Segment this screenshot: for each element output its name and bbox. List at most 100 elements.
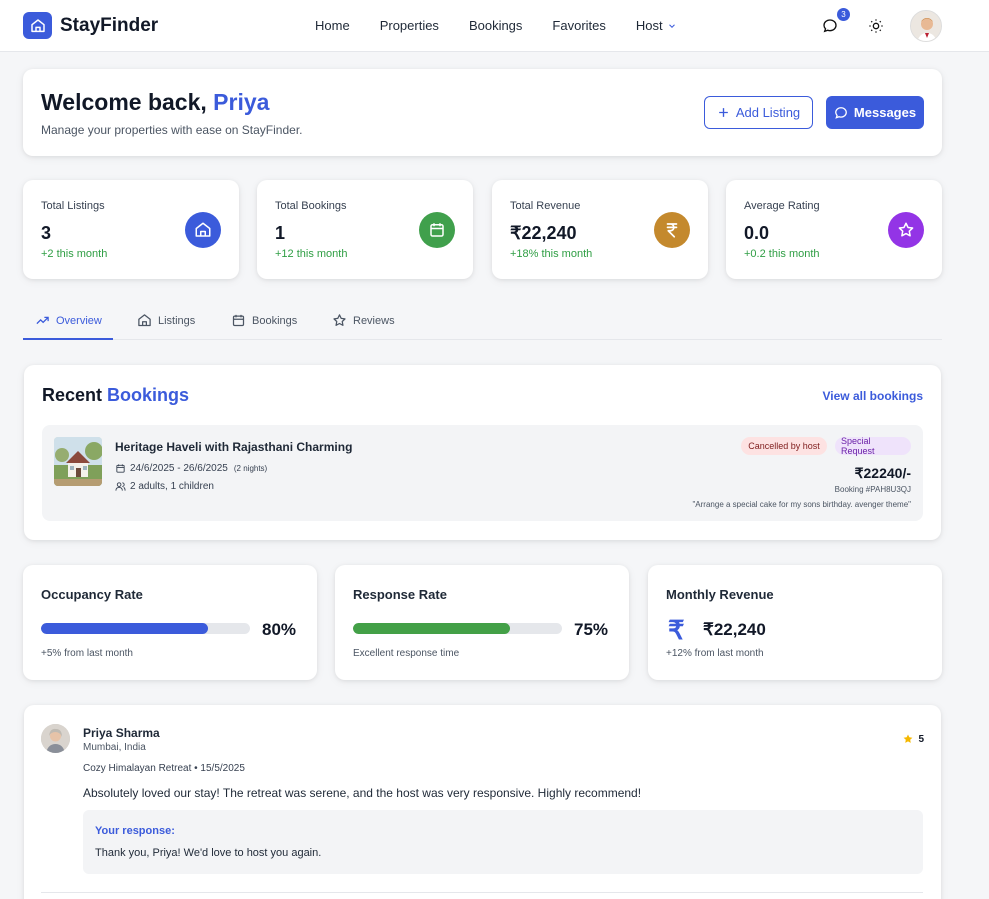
nav-properties[interactable]: Properties xyxy=(380,18,439,33)
rupee-icon xyxy=(654,212,690,248)
progress-fill xyxy=(353,623,510,634)
monthly-revenue-card: Monthly Revenue ₹ ₹22,240 +12% from last… xyxy=(648,565,942,680)
home-icon xyxy=(185,212,221,248)
tab-listings[interactable]: Listings xyxy=(137,313,195,328)
welcome-heading: Welcome back, Priya xyxy=(41,89,269,116)
stat-change: +0.2 this month xyxy=(744,248,820,260)
messages-button[interactable]: 3 xyxy=(818,8,850,38)
nav-actions: 3 xyxy=(818,8,942,42)
chevron-down-icon xyxy=(668,23,675,28)
occupancy-progress-bar xyxy=(41,623,250,634)
stat-label: Average Rating xyxy=(744,200,820,212)
brand[interactable]: StayFinder xyxy=(23,12,158,39)
review-property: Cozy Himalayan Retreat • 15/5/2025 xyxy=(83,763,245,774)
stat-card-listings: Total Listings 3 +2 this month xyxy=(23,180,239,279)
monthly-revenue-value: ₹22,240 xyxy=(703,620,766,639)
metric-title: Response Rate xyxy=(353,587,447,602)
nav-host-label: Host xyxy=(635,18,663,33)
review-card: Priya Sharma Mumbai, India 5 Cozy Himala… xyxy=(24,705,941,899)
calendar-icon xyxy=(419,212,455,248)
rating-value: 5 xyxy=(918,733,924,745)
trending-up-icon xyxy=(36,316,49,325)
welcome-subtitle: Manage your properties with ease on Stay… xyxy=(41,123,303,137)
booking-item[interactable]: Heritage Haveli with Rajasthani Charming… xyxy=(42,425,923,521)
stat-card-revenue: Total Revenue ₹22,240 +18% this month xyxy=(492,180,708,279)
metric-percent: 75% xyxy=(574,620,609,639)
home-icon xyxy=(138,314,151,327)
divider xyxy=(41,892,923,893)
home-icon xyxy=(23,12,52,39)
tab-bookings[interactable]: Bookings xyxy=(231,313,297,328)
star-icon xyxy=(888,212,924,248)
metric-subtext: Excellent response time xyxy=(353,648,460,659)
theme-toggle-button[interactable] xyxy=(864,14,888,38)
title-part-b: Bookings xyxy=(107,385,190,405)
chat-icon xyxy=(823,19,837,33)
stat-value: 0.0 xyxy=(744,223,770,243)
recent-bookings-title: Recent Bookings xyxy=(42,385,189,406)
message-count-badge: 3 xyxy=(837,8,850,21)
stat-label: Total Listings xyxy=(41,200,105,212)
property-thumbnail xyxy=(54,437,102,486)
nav-home[interactable]: Home xyxy=(315,18,350,33)
booking-guests: 2 adults, 1 children xyxy=(115,481,214,492)
special-request-badge: Special Request xyxy=(835,436,911,456)
booking-price: ₹22240/- xyxy=(854,465,911,481)
stat-card-rating: Average Rating 0.0 +0.2 this month xyxy=(726,180,942,279)
star-icon xyxy=(904,734,913,743)
reviewer-location: Mumbai, India xyxy=(83,742,146,753)
booking-nights: (2 nights) xyxy=(233,464,268,473)
view-all-bookings-link[interactable]: View all bookings xyxy=(823,389,923,403)
brand-name: StayFinder xyxy=(60,14,159,36)
user-avatar[interactable] xyxy=(910,10,942,42)
tab-overview[interactable]: Overview xyxy=(35,313,102,328)
nav-links: Home Properties Bookings Favorites Host xyxy=(315,18,707,33)
stat-change: +12 this month xyxy=(275,248,348,260)
status-badge: Cancelled by host xyxy=(741,437,827,455)
calendar-icon xyxy=(232,314,245,327)
active-tab-indicator xyxy=(23,338,113,340)
booking-id: Booking #PAH8U3QJ xyxy=(834,485,911,494)
booking-dates: 24/6/2025 - 26/6/2025 (2 nights) xyxy=(115,463,267,474)
metric-subtext: +5% from last month xyxy=(41,648,133,659)
stat-value: 3 xyxy=(41,223,52,243)
metric-subtext: +12% from last month xyxy=(666,648,764,659)
booking-note: "Arrange a special cake for my sons birt… xyxy=(692,500,911,509)
tab-reviews[interactable]: Reviews xyxy=(332,313,395,328)
nav-favorites[interactable]: Favorites xyxy=(552,18,605,33)
host-response: Your response: Thank you, Priya! We'd lo… xyxy=(83,810,923,874)
stat-change: +2 this month xyxy=(41,248,108,260)
recent-bookings-card: Recent Bookings View all bookings Herita… xyxy=(24,365,941,540)
response-label: Your response: xyxy=(95,825,175,837)
tab-label: Overview xyxy=(56,314,102,327)
reviewer-avatar xyxy=(41,724,70,753)
stat-card-bookings: Total Bookings 1 +12 this month xyxy=(257,180,473,279)
tab-label: Reviews xyxy=(353,314,395,327)
review-rating: 5 xyxy=(902,733,924,745)
rupee-icon: ₹ xyxy=(668,615,685,645)
metric-percent: 80% xyxy=(262,620,297,639)
booking-guest-count: 2 adults, 1 children xyxy=(130,481,214,492)
occupancy-rate-card: Occupancy Rate 80% +5% from last month xyxy=(23,565,317,680)
stat-value: 1 xyxy=(275,223,286,243)
booking-title: Heritage Haveli with Rajasthani Charming xyxy=(115,440,353,454)
booking-date-range: 24/6/2025 - 26/6/2025 xyxy=(130,463,228,474)
welcome-card: Welcome back, Priya Manage your properti… xyxy=(23,69,942,156)
response-progress-bar xyxy=(353,623,562,634)
tab-label: Bookings xyxy=(252,314,298,327)
welcome-name: Priya xyxy=(213,89,270,115)
calendar-icon xyxy=(116,464,125,473)
messages-label: Messages xyxy=(853,105,917,120)
dashboard-tabs: Overview Listings Bookings Reviews xyxy=(23,303,942,340)
messages-button-main[interactable]: Messages xyxy=(826,96,924,129)
stat-label: Total Revenue xyxy=(510,200,581,212)
star-icon xyxy=(333,314,346,326)
chat-icon xyxy=(835,106,847,119)
add-listing-button[interactable]: Add Listing xyxy=(704,96,813,129)
nav-host-dropdown[interactable]: Host xyxy=(636,18,677,33)
tab-label: Listings xyxy=(158,314,196,327)
users-icon xyxy=(115,482,126,491)
plus-icon xyxy=(718,108,728,117)
review-text: Absolutely loved our stay! The retreat w… xyxy=(83,786,642,800)
nav-bookings[interactable]: Bookings xyxy=(469,18,522,33)
